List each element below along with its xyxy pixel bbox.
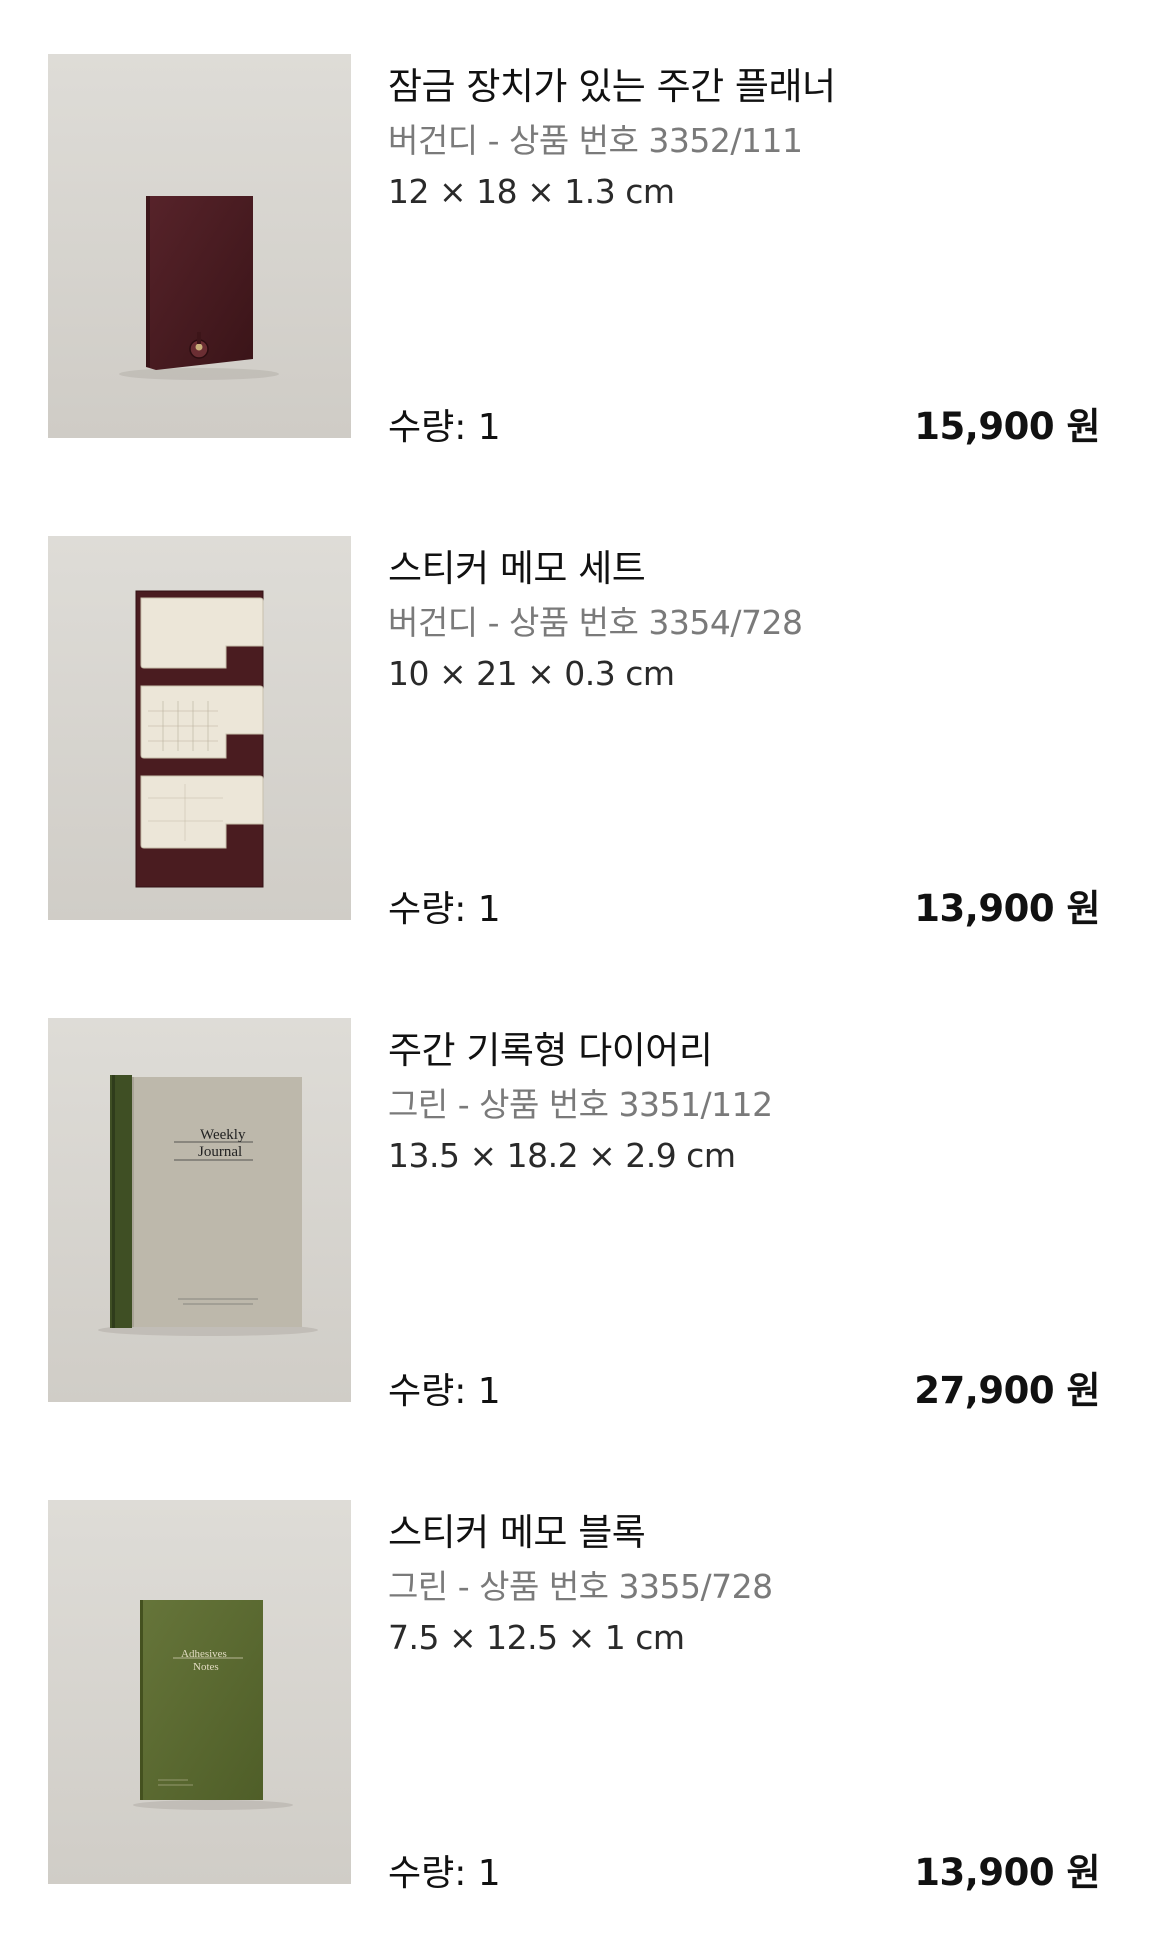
product-price: 13,900 원 [914,887,1100,930]
burgundy-planner-image [48,54,351,438]
cart-item-list: 잠금 장치가 있는 주간 플래너 버건디 - 상품 번호 3352/111 12… [0,0,1170,1935]
product-color-reference: 버건디 - 상품 번호 3354/728 [388,603,803,642]
product-color-reference: 그린 - 상품 번호 3351/112 [388,1085,773,1124]
weekly-journal-image: Weekly Journal [48,1018,351,1402]
cover-title-line2: Journal [198,1144,242,1160]
cart-item: Adhesives Notes 스티커 메모 블록 그린 - 상품 번호 335… [0,1500,1170,1894]
product-image[interactable] [48,536,351,920]
sticky-memo-set-image [48,536,351,920]
product-color-reference: 버건디 - 상품 번호 3352/111 [388,121,803,160]
cover-title-line1: Adhesives [181,1648,227,1660]
cart-item: 잠금 장치가 있는 주간 플래너 버건디 - 상품 번호 3352/111 12… [0,54,1170,448]
product-image[interactable]: Adhesives Notes [48,1500,351,1884]
product-name[interactable]: 스티커 메모 세트 [388,538,646,592]
quantity-selector[interactable]: 수량: 1 [388,1844,501,1896]
product-name[interactable]: 잠금 장치가 있는 주간 플래너 [388,56,836,110]
cart-item: Weekly Journal 주간 기록형 다이어리 그린 - 상품 번호 33… [0,1018,1170,1412]
product-dimensions: 12 × 18 × 1.3 cm [388,172,675,211]
adhesive-notes-image: Adhesives Notes [48,1500,351,1884]
cover-title-line1: Weekly [200,1127,246,1143]
product-name[interactable]: 주간 기록형 다이어리 [388,1020,713,1074]
product-color-reference: 그린 - 상품 번호 3355/728 [388,1567,773,1606]
product-price: 27,900 원 [914,1369,1100,1412]
product-name[interactable]: 스티커 메모 블록 [388,1502,646,1556]
product-price: 15,900 원 [914,405,1100,448]
quantity-selector[interactable]: 수량: 1 [388,880,501,932]
product-image[interactable]: Weekly Journal [48,1018,351,1402]
product-dimensions: 7.5 × 12.5 × 1 cm [388,1618,685,1657]
quantity-selector[interactable]: 수량: 1 [388,1362,501,1414]
product-dimensions: 13.5 × 18.2 × 2.9 cm [388,1136,736,1175]
product-dimensions: 10 × 21 × 0.3 cm [388,654,675,693]
cart-item: 스티커 메모 세트 버건디 - 상품 번호 3354/728 10 × 21 ×… [0,536,1170,930]
product-price: 13,900 원 [914,1851,1100,1894]
quantity-selector[interactable]: 수량: 1 [388,398,501,450]
product-image[interactable] [48,54,351,438]
cover-title-line2: Notes [193,1661,219,1673]
